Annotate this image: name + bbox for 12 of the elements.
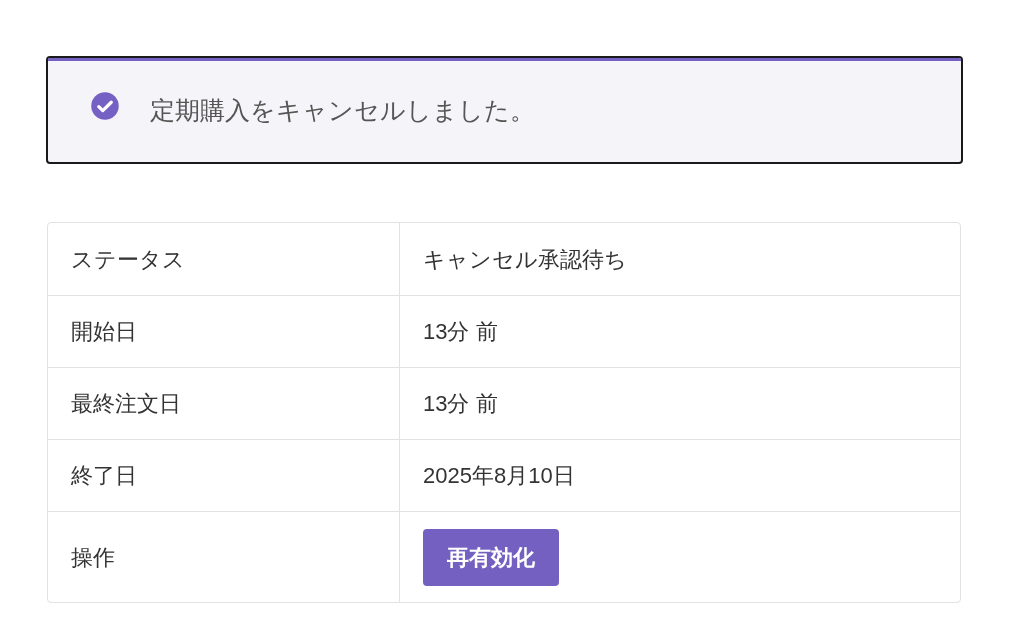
row-value: 13分 前 [423,318,498,346]
row-value: 13分 前 [423,390,498,418]
row-label: 終了日 [71,462,137,490]
row-label: 開始日 [71,318,137,346]
row-value: 2025年8月10日 [423,462,575,490]
reactivate-button[interactable]: 再有効化 [423,528,559,586]
row-label: 操作 [71,543,115,572]
row-value: キャンセル承認待ち [423,245,627,274]
row-label: ステータス [71,245,185,274]
check-circle-icon [90,90,120,121]
notice-message: 定期購入をキャンセルしました。 [150,94,535,126]
row-label: 最終注文日 [71,390,181,418]
